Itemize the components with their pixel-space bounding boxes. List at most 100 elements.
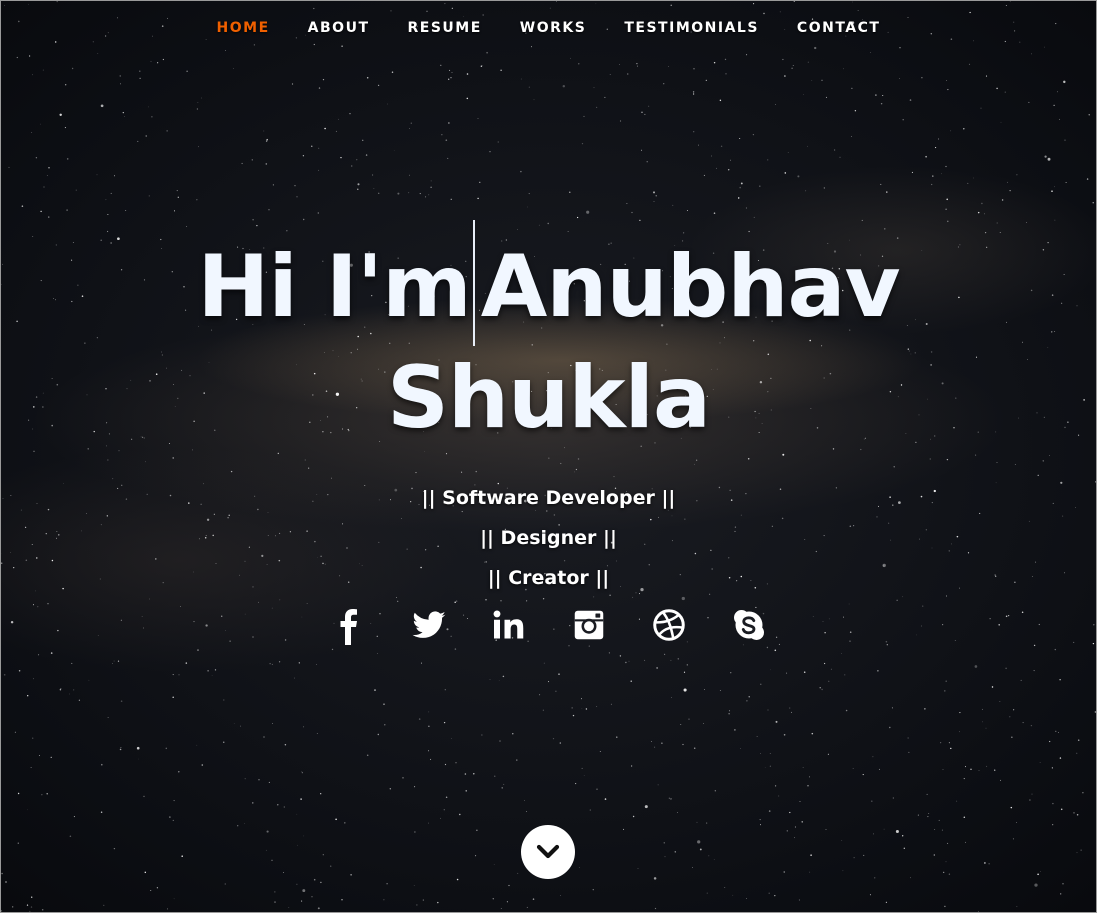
star [167,908,169,910]
star [71,662,73,664]
star [139,77,141,79]
star [149,598,150,600]
facebook-link[interactable] [331,604,367,646]
skype-link[interactable] [731,604,767,646]
star [809,871,811,873]
star [428,711,430,713]
star [1055,730,1057,732]
star [107,717,109,718]
star [419,193,421,195]
star [378,192,380,194]
nav-contact[interactable]: CONTACT [797,18,881,38]
star [984,862,986,864]
star [631,211,633,214]
linkedin-link[interactable] [491,604,527,646]
top-navigation: HOME ABOUT RESUME WORKS TESTIMONIALS CON… [0,18,1097,38]
star [1065,181,1067,184]
star [497,141,499,143]
dribbble-link[interactable] [651,604,687,646]
star [196,108,198,110]
twitter-link[interactable] [411,604,447,646]
star [101,763,103,766]
star [991,686,994,688]
star [301,772,303,774]
star [119,75,121,77]
star [821,79,823,81]
star [296,813,298,815]
star [985,727,987,729]
star [811,80,813,82]
nav-works[interactable]: WORKS [520,18,587,38]
star [444,763,447,766]
star [691,866,693,868]
star [173,210,176,212]
star [854,110,857,112]
star [926,793,928,795]
star [27,809,28,811]
star [1060,893,1062,895]
star [805,190,807,192]
star [1058,118,1061,120]
star [409,128,410,129]
star [31,132,33,133]
star [150,889,152,892]
star [263,130,265,132]
star [430,758,432,760]
star [767,159,769,161]
star [644,659,646,661]
star [300,798,302,800]
star [706,822,708,824]
star [705,79,707,81]
star [59,689,62,691]
star [482,14,484,16]
star [448,122,450,124]
star [1092,202,1094,204]
star [18,670,21,672]
star [274,891,276,893]
star [720,145,723,148]
star [885,901,888,903]
star [619,120,622,122]
star [41,909,44,911]
star [543,662,545,664]
star [1059,757,1062,759]
star [902,835,904,837]
star [664,653,666,656]
star [33,678,34,680]
star [531,46,533,48]
star [241,162,243,165]
star [767,709,769,711]
star [288,907,290,908]
star [120,749,122,751]
star [318,169,320,171]
nav-home[interactable]: HOME [217,18,270,38]
star [387,103,389,105]
star [786,672,788,674]
star [178,771,180,773]
star [782,58,784,61]
star [1047,157,1051,161]
star [641,149,643,151]
star [823,187,825,189]
star [699,848,702,851]
star [533,99,535,101]
instagram-link[interactable] [571,604,607,646]
scroll-down-button[interactable] [521,825,575,879]
star [779,11,781,13]
star [810,854,812,856]
star [950,130,952,132]
nav-testimonials[interactable]: TESTIMONIALS [624,18,759,38]
star [31,896,33,898]
nav-about[interactable]: ABOUT [308,18,370,38]
nav-resume[interactable]: RESUME [408,18,482,38]
star [970,768,972,770]
star [542,709,544,711]
star [341,45,343,47]
star [527,206,528,208]
star [296,196,298,198]
star [475,855,477,857]
star [819,687,821,689]
star [883,828,885,830]
star [581,698,582,700]
star [786,830,788,832]
